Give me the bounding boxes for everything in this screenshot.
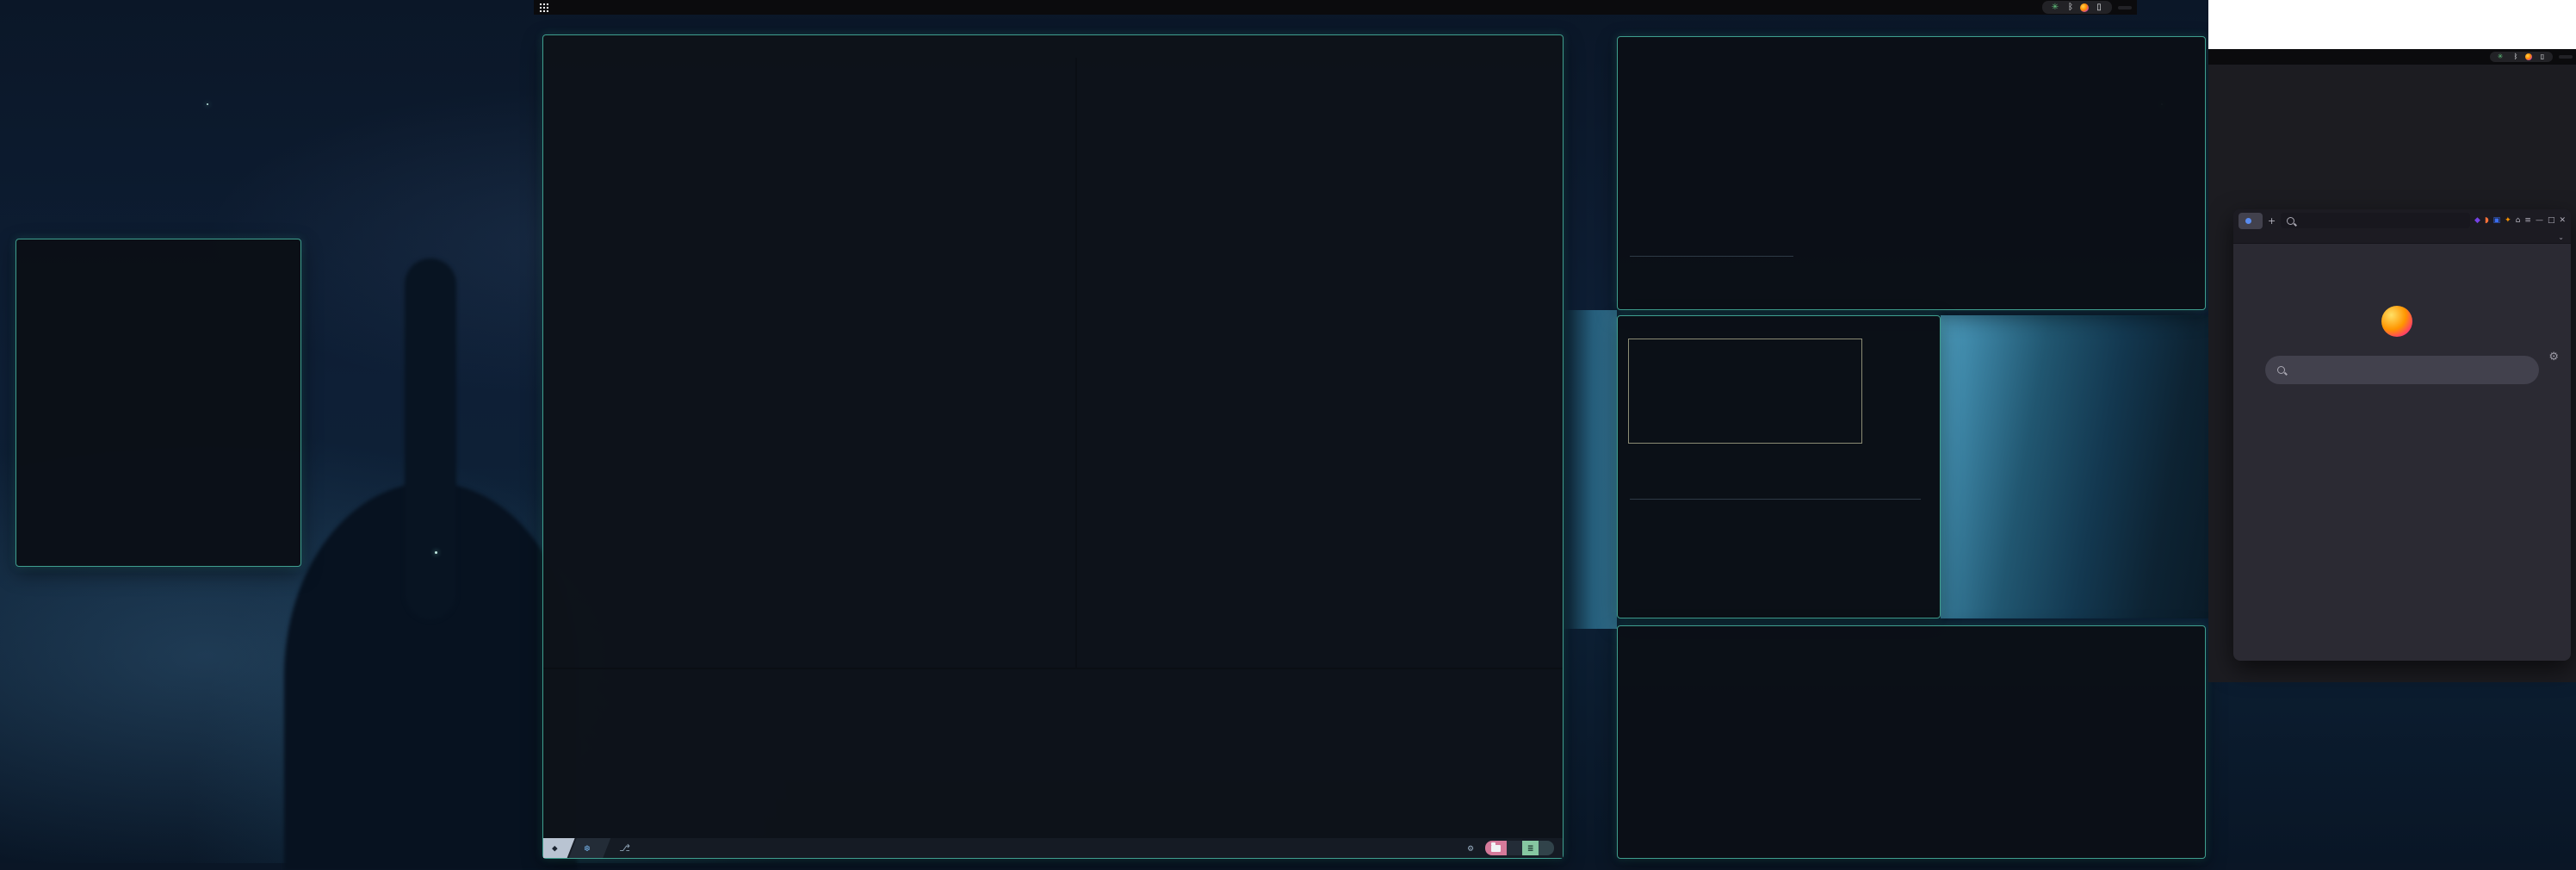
launcher-grid-icon[interactable] (539, 3, 548, 12)
editor-pane-pkgs-default-nix[interactable] (543, 669, 1563, 840)
terminal-clock[interactable] (1617, 315, 1941, 618)
editor-tabline (543, 35, 1563, 58)
search-input[interactable] (2265, 356, 2539, 384)
gear-icon: ⚙ (1468, 842, 1474, 854)
terminal-fastfetch-right[interactable] (1617, 625, 2206, 859)
nix-icon: ❆ (585, 842, 591, 854)
statusline: ◆ ❆ ⎇ ⚙ ≡ (543, 838, 1563, 858)
gear-icon[interactable]: ⚙ (2548, 351, 2559, 364)
editor-pane-isoimage-nix[interactable] (1077, 58, 1563, 668)
wallpaper-tree (405, 258, 456, 620)
orange-ext-icon[interactable]: ◗ (2485, 216, 2489, 225)
scroll-percent (1539, 841, 1554, 855)
new-tab-button[interactable]: + (2268, 215, 2276, 227)
terminal-fastfetch-left[interactable] (15, 239, 301, 567)
new-tab-page: ⚙ (2233, 306, 2571, 661)
project-name (1507, 841, 1522, 855)
second-monitor-margin (2208, 0, 2576, 49)
statusline-filename: ❆ (569, 838, 611, 858)
music-progress (1630, 256, 2195, 257)
purple-ext-icon[interactable]: ◆ (2474, 216, 2480, 225)
editor-pane-flake-nix[interactable] (543, 58, 1075, 668)
wallpaper-jungle-strip (1941, 315, 2208, 618)
browser-tab[interactable] (2239, 213, 2263, 229)
vim-icon: ◆ (552, 842, 558, 854)
menu-icon[interactable]: ≡ (2524, 216, 2531, 225)
firefox-toolbar: + ◆ ◗ ▣ ✦ ⌂ ≡ — □ ✕ (2233, 209, 2571, 232)
firefox-tray-icon[interactable] (2525, 53, 2532, 60)
chevron-down-icon[interactable]: ⌄ (2558, 233, 2564, 241)
network-icon[interactable]: ✳ (2494, 53, 2506, 61)
lines-icon: ≡ (1522, 841, 1539, 855)
bar-clock (2559, 55, 2573, 59)
second-top-bar: ✳ ᛒ ▯ (2208, 49, 2576, 65)
blue-shield-ext-icon[interactable]: ▣ (2493, 216, 2501, 225)
firefox-secondary-toolbar: ⌄ (2233, 232, 2571, 244)
git-branch-icon: ⎇ (619, 842, 630, 854)
home-icon[interactable]: ⌂ (2516, 216, 2521, 225)
music-progress (1630, 499, 1929, 500)
bluetooth-icon[interactable]: ᛒ (2065, 3, 2077, 12)
search-icon (2287, 217, 2294, 225)
terminal-cava[interactable] (1617, 36, 2206, 310)
wallpaper-star (435, 551, 437, 554)
close-button[interactable]: ✕ (2559, 216, 2566, 225)
lsp-status: ⚙ (1468, 842, 1474, 854)
git-branch: ⎇ (619, 842, 630, 854)
minimize-button[interactable]: — (2536, 216, 2543, 225)
phone-icon[interactable]: ▯ (2536, 53, 2548, 61)
fox-ext-icon[interactable]: ✦ (2505, 216, 2511, 225)
firefox-tray-icon[interactable] (2080, 3, 2089, 12)
main-top-bar: ✳ ᛒ ▯ (534, 0, 2137, 15)
neovim-window[interactable]: ◆ ❆ ⎇ ⚙ ≡ (542, 34, 1564, 859)
wallpaper-star (207, 103, 208, 105)
tab-favicon (2245, 218, 2251, 224)
network-icon[interactable]: ✳ (2049, 3, 2061, 12)
bluetooth-icon[interactable]: ᛒ (2510, 53, 2522, 61)
systray: ✳ ᛒ ▯ (2490, 52, 2553, 63)
maximize-button[interactable]: □ (2548, 216, 2555, 225)
firefox-logo-icon (2381, 306, 2412, 337)
tty-clock-frame (1628, 339, 1862, 444)
address-bar[interactable] (2281, 213, 2470, 228)
second-monitor: + ◆ ◗ ▣ ✦ ⌂ ≡ — □ ✕ ⌄ ⚙ (2208, 65, 2576, 682)
wallpaper-waterfall-strip (1564, 310, 1617, 629)
phone-icon[interactable]: ▯ (2093, 3, 2105, 12)
firefox-window[interactable]: + ◆ ◗ ▣ ✦ ⌂ ≡ — □ ✕ ⌄ ⚙ (2233, 209, 2571, 661)
project-folder-icon (1485, 841, 1507, 855)
bar-clock (2118, 6, 2132, 9)
cava-visualizer (1628, 46, 2195, 251)
systray: ✳ ᛒ ▯ (2042, 1, 2112, 14)
search-icon (2277, 366, 2285, 374)
